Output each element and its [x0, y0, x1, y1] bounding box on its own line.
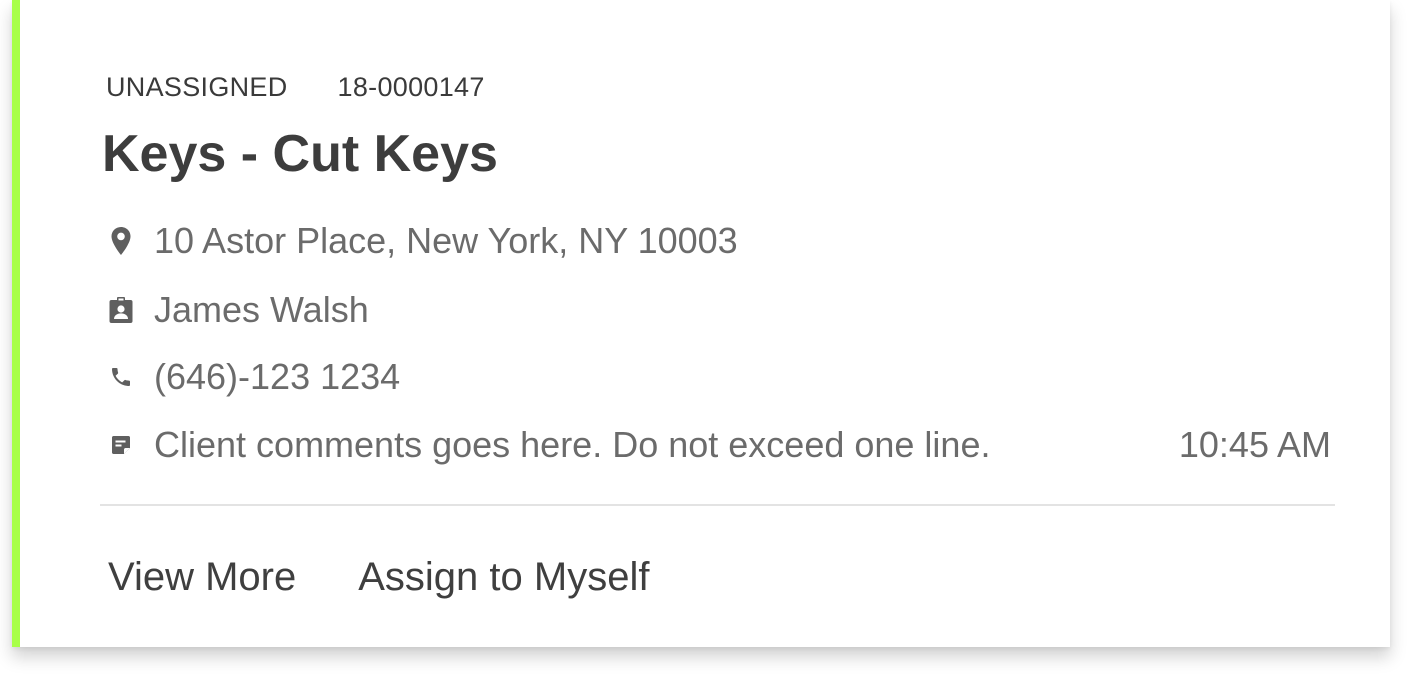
assign-to-myself-button[interactable]: Assign to Myself	[358, 555, 649, 600]
phone-row: (646)-123 1234	[108, 356, 400, 398]
status-label: UNASSIGNED	[106, 72, 288, 102]
card-actions: View More Assign to Myself	[108, 555, 649, 600]
comment-row: Client comments goes here. Do not exceed…	[108, 424, 990, 466]
job-time: 10:45 AM	[1178, 424, 1331, 465]
job-meta: UNASSIGNED 18-0000147	[106, 72, 485, 103]
contact-badge-icon	[108, 295, 134, 325]
divider	[100, 504, 1335, 506]
phone-number: (646)-123 1234	[154, 356, 401, 397]
ticket-id: 18-0000147	[337, 72, 485, 102]
view-more-button[interactable]: View More	[108, 555, 296, 600]
client-comment: Client comments goes here. Do not exceed…	[154, 424, 991, 465]
job-title: Keys - Cut Keys	[102, 125, 498, 183]
note-icon	[108, 430, 134, 460]
contact-row: James Walsh	[108, 289, 369, 331]
location-pin-icon	[108, 226, 134, 256]
address-row: 10 Astor Place, New York, NY 10003	[108, 220, 738, 262]
contact-name: James Walsh	[154, 289, 369, 330]
address-text: 10 Astor Place, New York, NY 10003	[154, 220, 738, 261]
job-card: UNASSIGNED 18-0000147 Keys - Cut Keys 10…	[12, 0, 1390, 647]
status-accent-bar	[12, 0, 20, 647]
phone-icon	[108, 362, 134, 392]
